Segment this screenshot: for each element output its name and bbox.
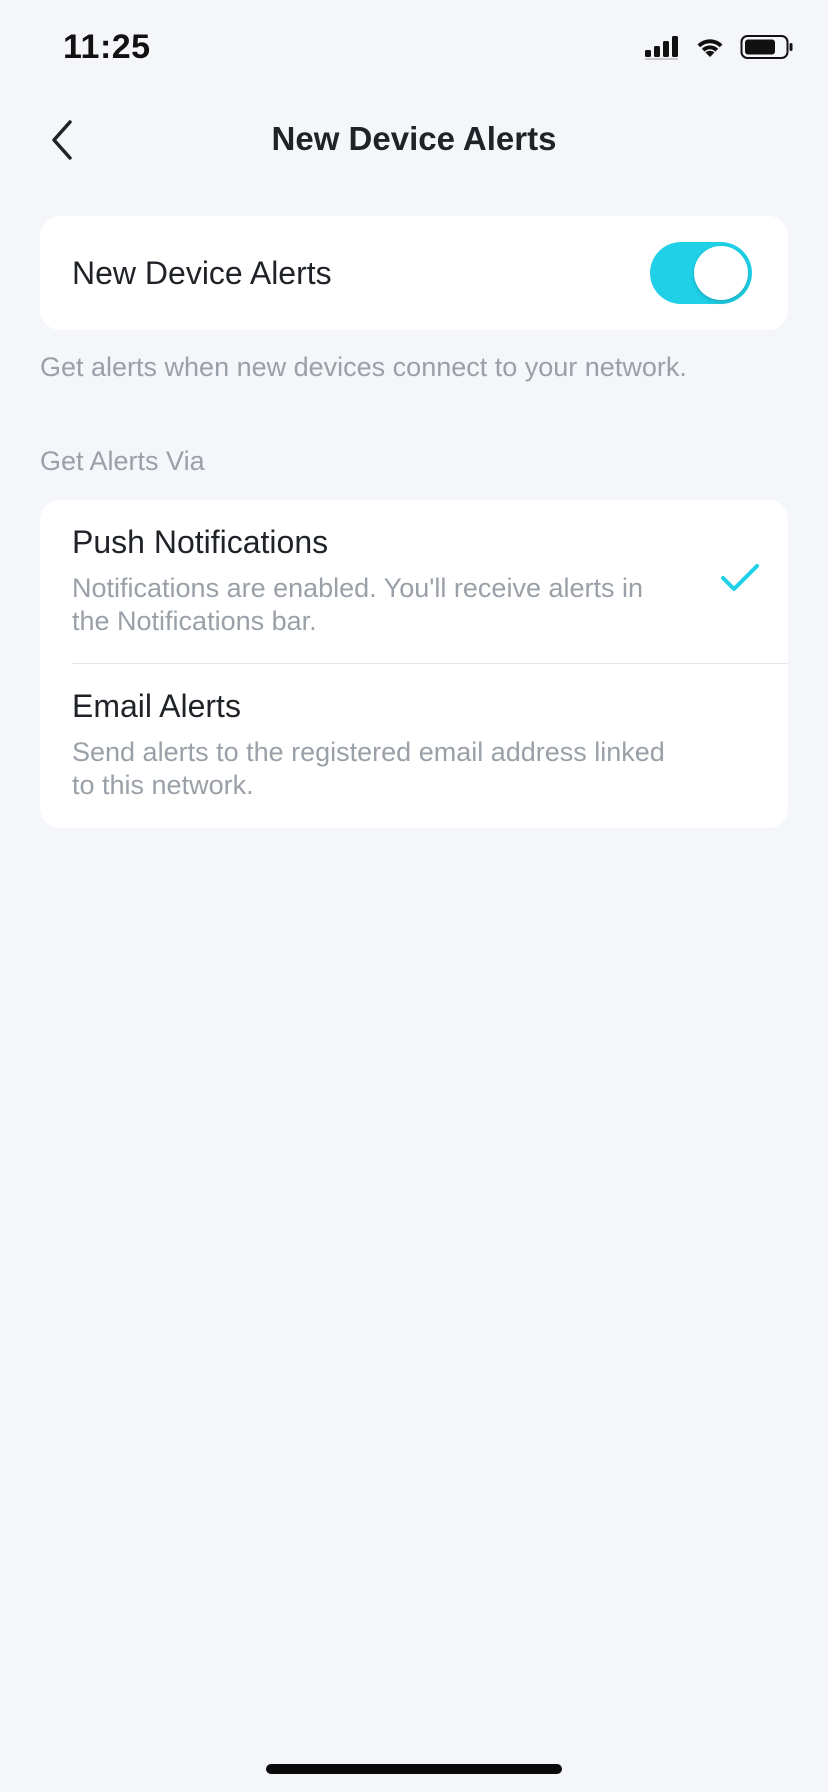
new-device-alerts-toggle[interactable] [650, 242, 752, 304]
email-alerts-option[interactable]: Email Alerts Send alerts to the register… [40, 664, 788, 828]
wifi-icon [694, 35, 726, 64]
checkmark-icon [720, 562, 760, 594]
status-bar: 11:25 [0, 0, 828, 100]
status-time: 11:25 [63, 28, 151, 66]
alert-options-card: Push Notifications Notifications are ena… [40, 500, 788, 828]
push-notifications-title: Push Notifications [72, 524, 329, 560]
email-alerts-title: Email Alerts [72, 688, 241, 724]
battery-icon [740, 34, 794, 65]
cellular-signal-icon [644, 34, 680, 65]
get-alerts-via-header: Get Alerts Via [40, 446, 205, 476]
navigation-bar: New Device Alerts [0, 100, 828, 180]
email-alerts-description: Send alerts to the registered email addr… [72, 737, 665, 800]
push-notifications-option[interactable]: Push Notifications Notifications are ena… [40, 500, 788, 663]
home-indicator [266, 1764, 562, 1774]
status-icons [644, 34, 794, 65]
toggle-knob [694, 246, 748, 300]
push-notifications-description: Notifications are enabled. You'll receiv… [72, 573, 643, 636]
new-device-alerts-label: New Device Alerts [72, 255, 332, 291]
new-device-alerts-card: New Device Alerts [40, 216, 788, 330]
page-title: New Device Alerts [271, 120, 557, 157]
alerts-description: Get alerts when new devices connect to y… [40, 352, 687, 382]
